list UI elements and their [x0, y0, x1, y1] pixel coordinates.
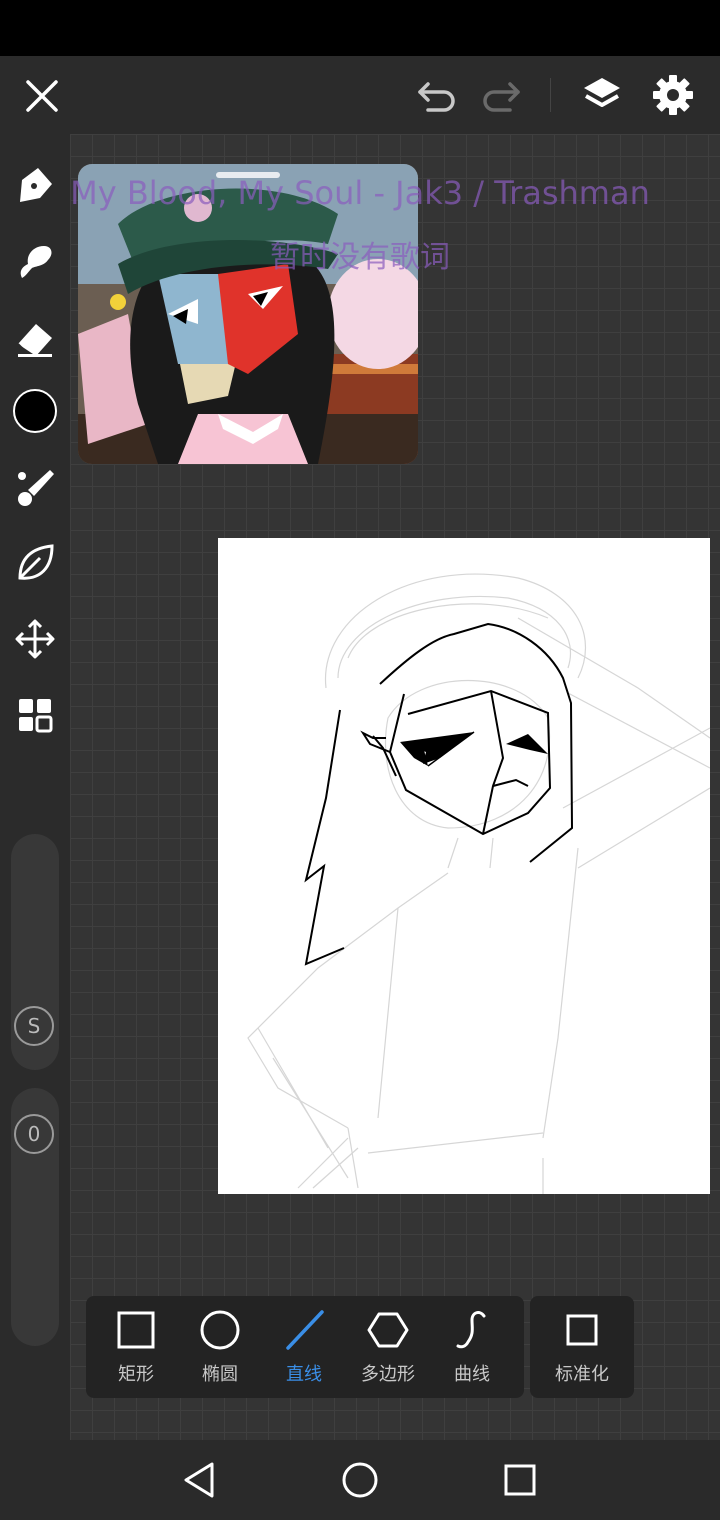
layers-icon[interactable]: [580, 74, 624, 116]
shape-polygon-label: 多边形: [361, 1364, 415, 1385]
back-icon[interactable]: [178, 1458, 222, 1502]
line-icon: [286, 1310, 324, 1350]
polygon-icon: [367, 1312, 409, 1348]
shape-polygon-button[interactable]: 多边形: [346, 1296, 430, 1398]
move-icon[interactable]: [12, 616, 58, 662]
grid-icon[interactable]: [12, 692, 58, 738]
opacity-slider-knob[interactable]: 0: [14, 1114, 54, 1154]
left-toolbar: S 0: [0, 134, 70, 1440]
standardize-panel: 标准化: [530, 1296, 634, 1398]
standardize-icon: [566, 1314, 598, 1346]
status-bar: [0, 0, 720, 56]
navigation-bar: [0, 1440, 720, 1520]
lyrics-status: 暂时没有歌词: [270, 240, 450, 275]
top-bar: [0, 56, 720, 134]
drawing-paper[interactable]: [218, 538, 711, 1194]
shape-ellipse-button[interactable]: 椭圆: [178, 1296, 262, 1398]
shape-tool-panel: 矩形 椭圆 直线 多边形 曲线: [86, 1296, 524, 1398]
shape-rectangle-button[interactable]: 矩形: [94, 1296, 178, 1398]
recents-icon[interactable]: [498, 1458, 542, 1502]
shape-line-label: 直线: [286, 1364, 322, 1385]
settings-icon[interactable]: [652, 74, 694, 116]
home-icon[interactable]: [338, 1458, 382, 1502]
shape-ellipse-label: 椭圆: [202, 1364, 238, 1385]
size-slider-knob[interactable]: S: [14, 1006, 54, 1046]
shape-curve-button[interactable]: 曲线: [430, 1296, 514, 1398]
rectangle-icon: [117, 1311, 155, 1349]
eraser-icon[interactable]: [12, 314, 58, 360]
shape-rectangle-label: 矩形: [118, 1364, 154, 1385]
redo-icon[interactable]: [480, 76, 524, 116]
standardize-label: 标准化: [555, 1364, 609, 1385]
standardize-button[interactable]: 标准化: [540, 1296, 624, 1398]
shape-curve-label: 曲线: [454, 1364, 490, 1385]
lyrics-song-title: My Blood, My Soul - Jak3 / Trashman: [70, 174, 650, 212]
ellipse-icon: [200, 1310, 240, 1350]
close-icon[interactable]: [22, 76, 62, 116]
curve-icon: [456, 1311, 486, 1349]
leaf-icon[interactable]: [12, 540, 58, 586]
shape-line-button[interactable]: 直线: [262, 1296, 346, 1398]
brush-icon[interactable]: [12, 464, 58, 510]
sketch-drawing: [247, 573, 711, 1194]
top-bar-divider: [550, 78, 551, 112]
undo-icon[interactable]: [414, 76, 458, 116]
color-swatch[interactable]: [12, 388, 58, 434]
active-color-swatch: [13, 389, 57, 433]
